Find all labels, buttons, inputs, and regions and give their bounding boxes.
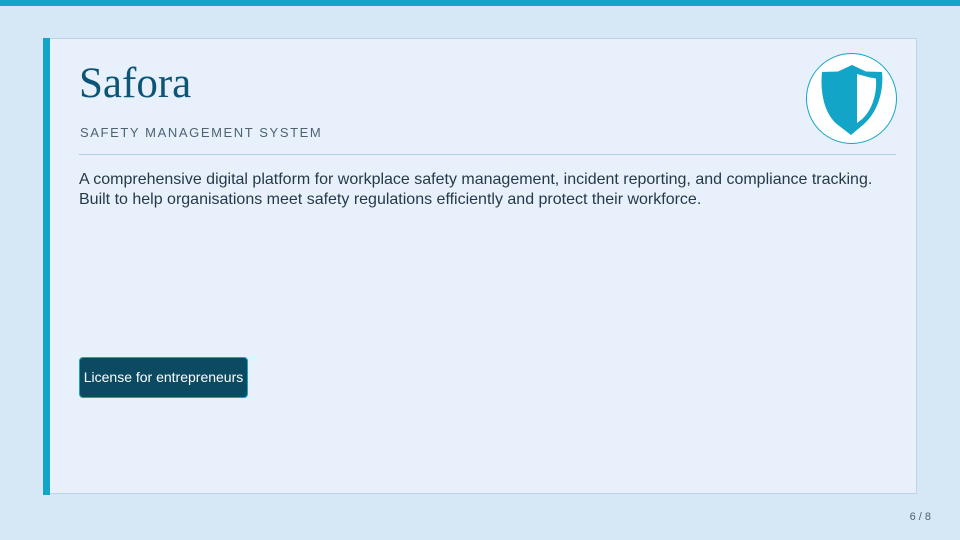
page-subtitle: SAFETY MANAGEMENT SYSTEM [80,125,323,140]
card-accent-bar [43,38,50,495]
title-divider [79,154,896,155]
license-button[interactable]: License for entrepreneurs [79,357,248,398]
product-description: A comprehensive digital platform for wor… [79,171,873,208]
page-title: Safora [79,60,192,107]
top-accent-bar [0,0,960,6]
logo-badge [806,53,897,144]
page-indicator: 6 / 8 [909,511,931,523]
shield-icon [821,65,883,135]
